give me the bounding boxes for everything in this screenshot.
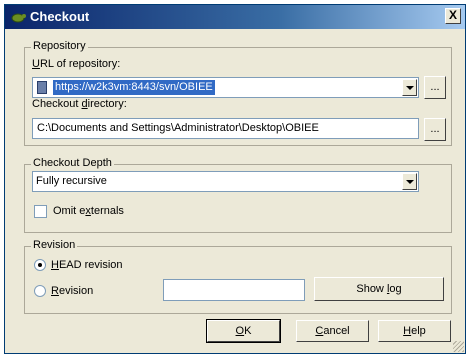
url-value[interactable]: https://w2k3vm:8443/svn/OBIEE [53,80,215,95]
checkout-directory-label: Checkout directory: [32,98,127,110]
url-label: URL of repository: [32,58,121,70]
cancel-button[interactable]: Cancel [296,320,369,342]
head-revision-label[interactable]: HEAD revision [51,259,123,271]
revision-radio[interactable] [34,285,46,297]
head-revision-radio[interactable] [34,259,46,271]
checkout-directory-input[interactable]: C:\Documents and Settings\Administrator\… [32,118,419,139]
resize-grip-icon[interactable] [453,341,464,352]
show-log-button[interactable]: Show log [314,277,444,301]
revision-group-label: Revision [31,239,78,251]
checkout-depth-select[interactable]: Fully recursive [32,171,419,192]
checkout-depth-group-label: Checkout Depth [31,157,114,169]
revision-input[interactable] [163,279,305,301]
close-icon: X [448,8,457,22]
window-title: Checkout [30,9,90,24]
checkout-directory-value: C:\Documents and Settings\Administrator\… [37,122,319,134]
url-dropdown-arrow[interactable] [402,79,417,96]
url-combo[interactable]: https://w2k3vm:8443/svn/OBIEE [32,77,419,98]
repository-group-label: Repository [31,40,88,52]
close-button[interactable]: X [445,8,461,24]
tortoise-icon [11,13,26,23]
omit-externals-label[interactable]: Omit externals [53,205,124,217]
ok-button[interactable]: OK [206,319,281,343]
directory-browse-button[interactable]: ... [424,118,446,141]
omit-externals-checkbox[interactable] [34,205,47,218]
repository-icon [37,81,47,94]
checkout-dialog: Checkout X Repository URL of repository:… [4,4,466,354]
depth-dropdown-arrow[interactable] [402,173,417,190]
checkout-depth-value: Fully recursive [36,175,107,187]
title-bar[interactable]: Checkout X [5,5,465,29]
help-button[interactable]: Help [378,320,451,342]
url-browse-button[interactable]: ... [424,76,446,99]
revision-label[interactable]: Revision [51,285,93,297]
